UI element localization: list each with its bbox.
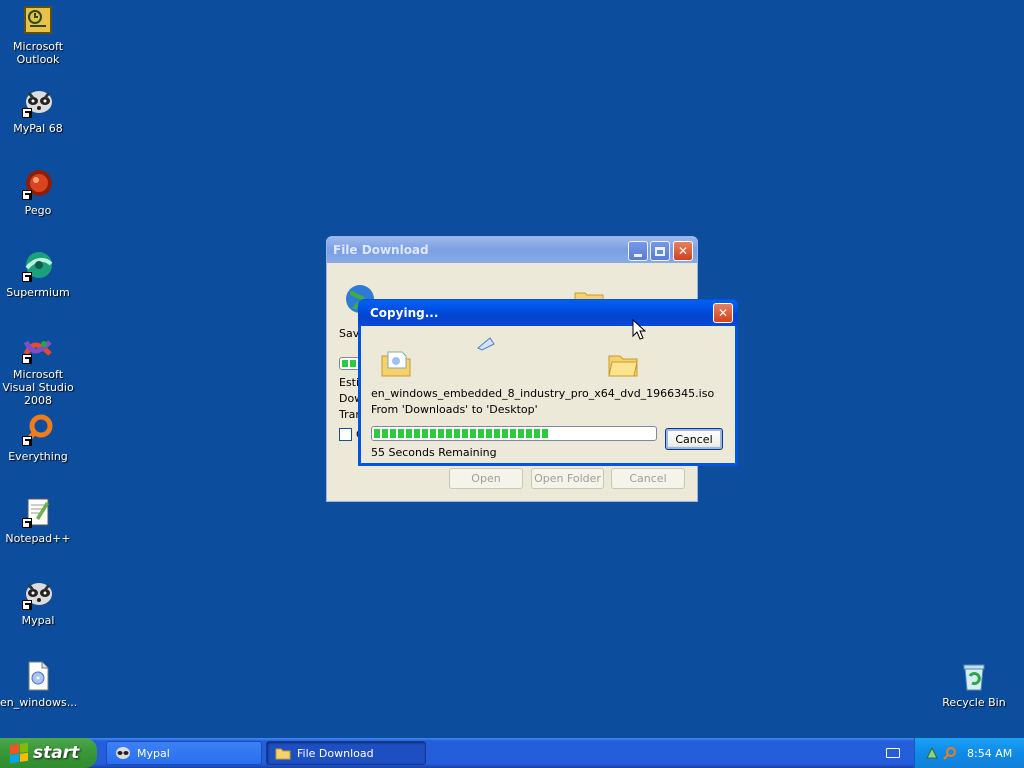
desktop-icon-everything[interactable]: Everything	[0, 414, 76, 463]
minimize-button[interactable]	[628, 241, 648, 261]
desktop-icon-supermium[interactable]: Supermium	[0, 250, 76, 299]
taskbar-item-mypal[interactable]: Mypal	[106, 741, 262, 765]
source-folder-icon	[380, 346, 412, 378]
desktop-icon-mypal[interactable]: Mypal	[0, 578, 76, 627]
desktop-icon-outlook[interactable]: Microsoft Outlook	[0, 4, 76, 66]
desktop-icon-label: Notepad++	[5, 532, 71, 545]
dialog-title: Copying...	[370, 306, 439, 320]
keyboard-icon[interactable]	[886, 748, 900, 758]
copying-dialog: Copying... ✕ en_windows_embedded_8_indus…	[358, 299, 738, 466]
shortcut-arrow-icon	[22, 436, 32, 446]
mouse-cursor-icon	[632, 318, 647, 341]
clock[interactable]: 8:54 AM	[967, 747, 1012, 760]
close-button[interactable]: ✕	[713, 303, 733, 323]
copy-filename: en_windows_embedded_8_industry_pro_x64_d…	[371, 387, 715, 400]
window-title: File Download	[333, 243, 429, 257]
everything-icon	[22, 414, 54, 446]
desktop-icon-label: Microsoft Visual Studio 2008	[2, 368, 74, 407]
desktop-icon-label: Supermium	[6, 286, 70, 299]
shortcut-arrow-icon	[22, 354, 32, 364]
shortcut-arrow-icon	[22, 272, 32, 282]
flying-file-icon	[476, 336, 496, 352]
copy-from-to: From 'Downloads' to 'Desktop'	[371, 403, 538, 416]
desktop-icon-label: Pego	[24, 204, 52, 217]
desktop-icon-label: en_windows...	[0, 696, 78, 709]
raccoon-icon	[115, 745, 131, 761]
desktop-icon-label: Microsoft Outlook	[12, 40, 64, 66]
close-button[interactable]: ✕	[673, 241, 693, 261]
visual-studio-icon	[22, 332, 54, 364]
desktop-icon-label: MyPal 68	[13, 122, 63, 135]
copy-progress-bar	[371, 426, 657, 441]
close-on-complete-checkbox[interactable]	[339, 428, 352, 441]
destination-folder-icon	[607, 348, 639, 378]
iso-file-icon	[22, 660, 54, 692]
folder-icon	[275, 745, 291, 761]
raccoon-icon	[22, 578, 54, 610]
desktop-icon-mypal68[interactable]: MyPal 68	[0, 86, 76, 135]
outlook-icon	[22, 4, 54, 36]
taskbar: start Mypal File Download 8:54 AM	[0, 738, 1024, 768]
shortcut-arrow-icon	[22, 518, 32, 528]
desktop-icon-label: Mypal	[21, 614, 55, 627]
start-label: start	[33, 743, 80, 763]
desktop-icon-visual-studio[interactable]: Microsoft Visual Studio 2008	[0, 332, 76, 407]
copy-progress-fill	[374, 429, 551, 438]
maximize-button[interactable]	[650, 241, 670, 261]
desktop-icon-recycle-bin[interactable]: Recycle Bin	[936, 660, 1012, 709]
raccoon-icon	[22, 86, 54, 118]
desktop-icon-iso[interactable]: en_windows...	[0, 660, 78, 709]
start-button[interactable]: start	[0, 738, 97, 768]
desktop-icon-pego[interactable]: Pego	[0, 168, 76, 217]
copying-titlebar[interactable]: Copying...	[358, 300, 738, 326]
cancel-copy-button[interactable]: Cancel	[665, 428, 723, 450]
shortcut-arrow-icon	[22, 600, 32, 610]
desktop-icon-notepadpp[interactable]: Notepad++	[0, 496, 76, 545]
system-tray: 8:54 AM	[914, 738, 1024, 768]
notepadpp-icon	[22, 496, 54, 528]
cancel-download-button[interactable]: Cancel	[611, 468, 685, 489]
network-icon[interactable]	[925, 746, 939, 760]
open-folder-button[interactable]: Open Folder	[531, 468, 604, 489]
taskbar-item-label: File Download	[297, 746, 374, 760]
shortcut-arrow-icon	[22, 108, 32, 118]
shortcut-arrow-icon	[22, 190, 32, 200]
taskbar-item-file-download[interactable]: File Download	[266, 741, 426, 765]
supermium-icon	[22, 250, 54, 282]
recycle-bin-icon	[958, 660, 990, 692]
desktop-icon-label: Everything	[8, 450, 68, 463]
search-icon[interactable]	[943, 746, 957, 760]
open-button[interactable]: Open	[449, 468, 523, 489]
pego-icon	[22, 168, 54, 200]
time-remaining: 55 Seconds Remaining	[371, 446, 497, 459]
taskbar-item-label: Mypal	[137, 746, 170, 760]
desktop-icon-label: Recycle Bin	[942, 696, 1006, 709]
windows-flag-icon	[10, 742, 28, 764]
